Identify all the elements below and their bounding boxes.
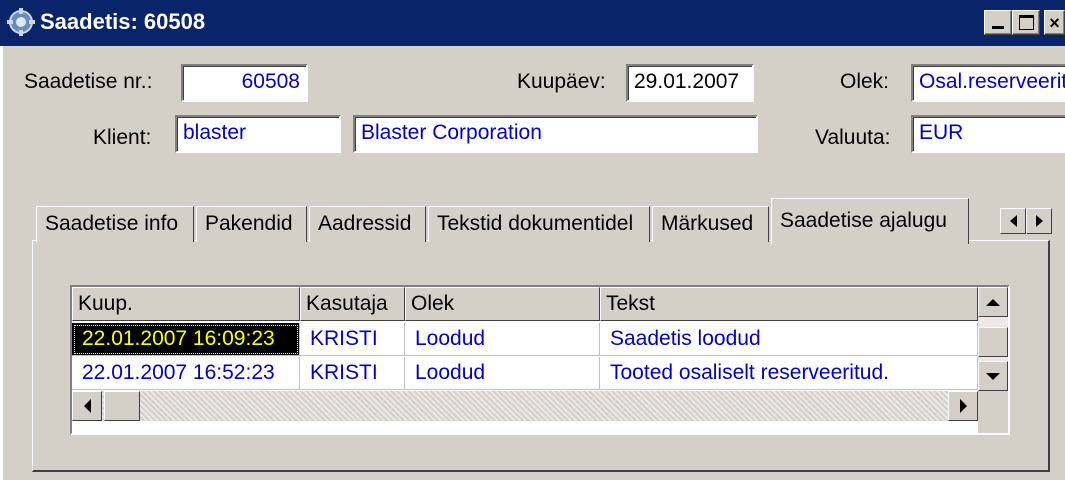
tab-scroll-left-button[interactable] — [1000, 208, 1026, 234]
close-button[interactable]: × — [1044, 10, 1065, 35]
currency-field[interactable]: EUR — [911, 115, 1065, 153]
scroll-down-button[interactable] — [978, 361, 1008, 391]
client-code-field[interactable]: blaster — [175, 115, 341, 153]
horizontal-scroll-thumb[interactable] — [104, 391, 140, 421]
date-label: Kuupäev: — [517, 70, 606, 93]
column-header-tekst[interactable]: Tekst — [600, 287, 978, 321]
maximize-icon — [1018, 15, 1034, 30]
column-header-kasutaja[interactable]: Kasutaja — [300, 287, 405, 321]
date-field[interactable]: 29.01.2007 — [626, 64, 754, 102]
history-grid[interactable]: Kuup. Kasutaja Olek Tekst 22.01.2007 16:… — [70, 285, 1010, 435]
tab-aadressid[interactable]: Aadressid — [309, 206, 426, 242]
status-field[interactable]: Osal.reserveerit — [911, 64, 1065, 102]
tab-markused[interactable]: Märkused — [652, 206, 769, 242]
table-cell-text[interactable]: Tooted osaliselt reserveeritud. — [600, 357, 978, 390]
status-label: Olek: — [840, 70, 890, 93]
arrow-down-icon — [986, 372, 1000, 380]
scrollbar-corner — [978, 391, 1008, 433]
table-cell-text[interactable]: Saadetis loodud — [600, 323, 978, 356]
arrow-left-icon — [1009, 215, 1017, 227]
close-icon: × — [1049, 12, 1060, 33]
shipment-nr-label: Saadetise nr.: — [24, 70, 153, 93]
table-cell-date[interactable]: 22.01.2007 16:09:23 — [72, 323, 300, 356]
arrow-up-icon — [986, 298, 1000, 306]
table-cell-status[interactable]: Loodud — [405, 357, 600, 390]
tab-scroll-right-button[interactable] — [1026, 208, 1052, 234]
vertical-scroll-thumb[interactable] — [978, 327, 1008, 357]
vertical-scrollbar[interactable] — [978, 287, 1008, 391]
tab-tekstid-dokumentidel[interactable]: Tekstid dokumentidel — [428, 206, 650, 242]
window-title: Saadetis: 60508 — [40, 9, 206, 34]
client-name-field[interactable]: Blaster Corporation — [353, 115, 758, 153]
arrow-left-icon — [83, 399, 91, 413]
maximize-button[interactable] — [1012, 10, 1040, 35]
scroll-up-button[interactable] — [978, 287, 1008, 317]
table-cell-date[interactable]: 22.01.2007 16:52:23 — [72, 357, 300, 390]
client-label: Klient: — [93, 126, 152, 149]
currency-label: Valuuta: — [815, 126, 891, 149]
column-header-olek[interactable]: Olek — [405, 287, 600, 321]
table-cell-user[interactable]: KRISTI — [300, 323, 405, 356]
horizontal-scrollbar[interactable] — [72, 391, 978, 421]
table-cell-status[interactable]: Loodud — [405, 323, 600, 356]
shipment-nr-field[interactable]: 60508 — [181, 64, 308, 102]
table-cell-user[interactable]: KRISTI — [300, 357, 405, 390]
app-gear-icon[interactable] — [6, 7, 36, 37]
arrow-right-icon — [959, 399, 967, 413]
scroll-left-button[interactable] — [72, 391, 102, 421]
minimize-icon — [992, 26, 1004, 29]
tab-pakendid[interactable]: Pakendid — [196, 206, 307, 242]
scroll-right-button[interactable] — [948, 391, 978, 421]
column-header-kuup[interactable]: Kuup. — [72, 287, 300, 321]
arrow-right-icon — [1035, 215, 1043, 227]
minimize-button[interactable] — [984, 10, 1012, 35]
tab-saadetise-info[interactable]: Saadetise info — [36, 206, 194, 242]
window-edge — [0, 46, 3, 480]
tab-saadetise-ajalugu[interactable]: Saadetise ajalugu — [771, 198, 969, 244]
